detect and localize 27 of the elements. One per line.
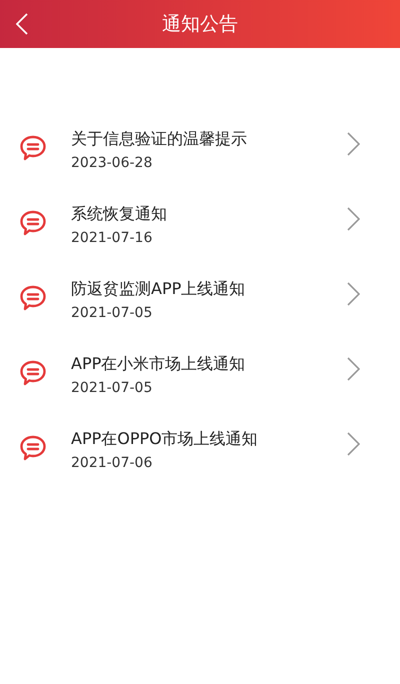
back-icon (16, 13, 28, 35)
notice-title: 关于信息验证的温馨提示 (71, 128, 247, 150)
chat-bubble-icon (19, 434, 47, 462)
chat-bubble-icon (19, 209, 47, 237)
chat-bubble-icon (19, 134, 47, 162)
notice-date: 2021-07-05 (71, 304, 152, 322)
notice-title: APP在小米市场上线通知 (71, 353, 246, 375)
notice-date: 2021-07-06 (71, 454, 152, 472)
notice-title: 系统恢复通知 (71, 203, 167, 225)
chevron-right-icon (347, 282, 360, 306)
notice-title: 防返贫监测APP上线通知 (71, 278, 246, 300)
notice-item[interactable]: 系统恢复通知 2021-07-16 (0, 185, 400, 260)
notice-item[interactable]: APP在小米市场上线通知 2021-07-05 (0, 335, 400, 410)
notice-item[interactable]: 关于信息验证的温馨提示 2023-06-28 (0, 110, 400, 185)
notice-title: APP在OPPO市场上线通知 (71, 428, 258, 450)
notice-item[interactable]: 防返贫监测APP上线通知 2021-07-05 (0, 260, 400, 335)
chevron-right-icon (347, 132, 360, 156)
page-title: 通知公告 (162, 12, 238, 37)
notice-item[interactable]: APP在OPPO市场上线通知 2021-07-06 (0, 410, 400, 485)
notice-date: 2021-07-16 (71, 229, 152, 247)
chat-bubble-icon (19, 284, 47, 312)
notice-date: 2021-07-05 (71, 379, 152, 397)
chevron-right-icon (347, 432, 360, 456)
notice-date: 2023-06-28 (71, 154, 152, 172)
chevron-right-icon (347, 357, 360, 381)
chevron-right-icon (347, 207, 360, 231)
chat-bubble-icon (19, 359, 47, 387)
